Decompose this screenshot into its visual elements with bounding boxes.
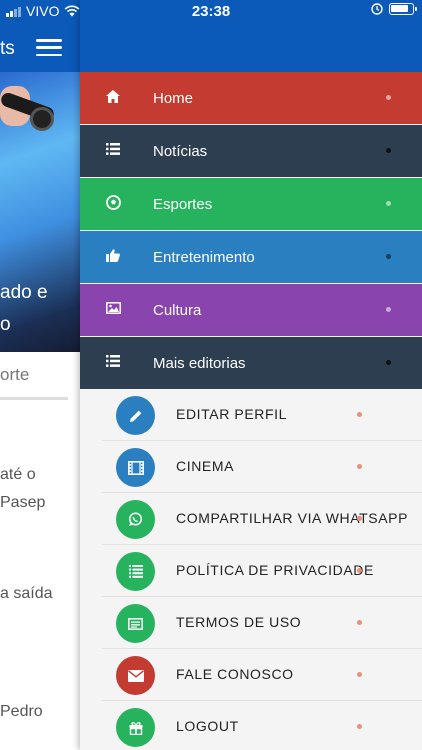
menu-item-label: Mais editorias (153, 354, 246, 372)
submenu-item-dot (357, 568, 362, 573)
microphone-head-shape (30, 107, 54, 131)
submenu-item-label: CINEMA (176, 458, 235, 474)
submenu-item-label: COMPARTILHAR VIA WHATSAPP (176, 510, 409, 526)
home-icon (105, 88, 121, 104)
news-text-fragment: a saída (0, 585, 53, 602)
image-icon (105, 300, 121, 316)
menu-item-label: Home (153, 89, 194, 107)
submenu-item-dot (357, 620, 362, 625)
thumbs-up-icon (105, 247, 121, 263)
featured-headline[interactable]: ado e o (0, 277, 48, 341)
background-page: ts ado e o orte até o Pasep a saída Pedr… (0, 0, 80, 750)
menu-item-esportes[interactable]: Esportes (80, 178, 422, 230)
menu-item-label: Cultura (153, 301, 202, 319)
menu-item-dot (386, 254, 391, 259)
menu-item-cultura[interactable]: Cultura (80, 284, 422, 336)
battery-icon (389, 3, 417, 15)
clock: 23:38 (191, 3, 231, 20)
menu-item-entretenimento[interactable]: Entretenimento (80, 231, 422, 283)
background-tab[interactable]: orte (0, 365, 29, 385)
soccer-ball-icon (105, 194, 121, 210)
submenu-item-dot (357, 724, 362, 729)
status-bar: VIVO 23:38 (0, 0, 422, 22)
submenu-item-label: TERMOS DE USO (176, 614, 302, 630)
menu-item-home[interactable]: Home (80, 72, 422, 124)
submenu-item-termos-uso[interactable]: TERMOS DE USO (102, 597, 422, 649)
menu-item-dot (386, 95, 391, 100)
menu-item-noticias[interactable]: Notícias (80, 125, 422, 177)
film-icon (116, 448, 155, 487)
submenu-item-label: LOGOUT (176, 718, 239, 734)
menu-item-mais-editorias[interactable]: Mais editorias (80, 337, 422, 389)
news-text-fragment: Pedro (0, 703, 43, 720)
list-icon (105, 141, 121, 157)
submenu-item-logout[interactable]: LOGOUT (102, 701, 422, 750)
menu-item-dot (386, 201, 391, 206)
featured-news-image[interactable]: ado e o (0, 72, 80, 352)
gift-icon (116, 708, 155, 747)
tab-underline (0, 397, 68, 400)
navigation-drawer: Home Notícias Esportes Entretenimento Cu… (80, 0, 422, 750)
menu-item-dot (386, 360, 391, 365)
menu-item-dot (386, 307, 391, 312)
background-title: ts (0, 38, 15, 59)
submenu-item-editar-perfil[interactable]: EDITAR PERFIL (102, 389, 422, 441)
whatsapp-icon (116, 500, 155, 539)
menu-item-label: Notícias (153, 142, 208, 160)
submenu-item-label: EDITAR PERFIL (176, 406, 288, 422)
submenu-item-compartilhar-whatsapp[interactable]: COMPARTILHAR VIA WHATSAPP (102, 493, 422, 545)
menu-item-label: Entretenimento (153, 248, 255, 266)
envelope-icon (116, 656, 155, 695)
submenu-item-fale-conosco[interactable]: FALE CONOSCO (102, 649, 422, 701)
hamburger-menu-icon[interactable] (36, 39, 62, 56)
list-icon (105, 353, 121, 369)
submenu-item-cinema[interactable]: CINEMA (102, 441, 422, 493)
news-text-fragment: até o (0, 466, 36, 483)
news-text-fragment: Pasep (0, 494, 46, 511)
alarm-icon (371, 3, 383, 15)
pencil-icon (116, 396, 155, 435)
submenu-item-dot (357, 464, 362, 469)
submenu-item-label: POLÍTICA DE PRIVACIDADE (176, 562, 374, 578)
submenu-item-dot (357, 412, 362, 417)
submenu-item-dot (357, 672, 362, 677)
document-icon (116, 604, 155, 643)
menu-item-label: Esportes (153, 195, 213, 213)
menu-item-dot (386, 148, 391, 153)
submenu-item-dot (357, 516, 362, 521)
submenu-item-label: FALE CONOSCO (176, 666, 294, 682)
submenu-item-politica-privacidade[interactable]: POLÍTICA DE PRIVACIDADE (102, 545, 422, 597)
document-list-icon (116, 552, 155, 591)
